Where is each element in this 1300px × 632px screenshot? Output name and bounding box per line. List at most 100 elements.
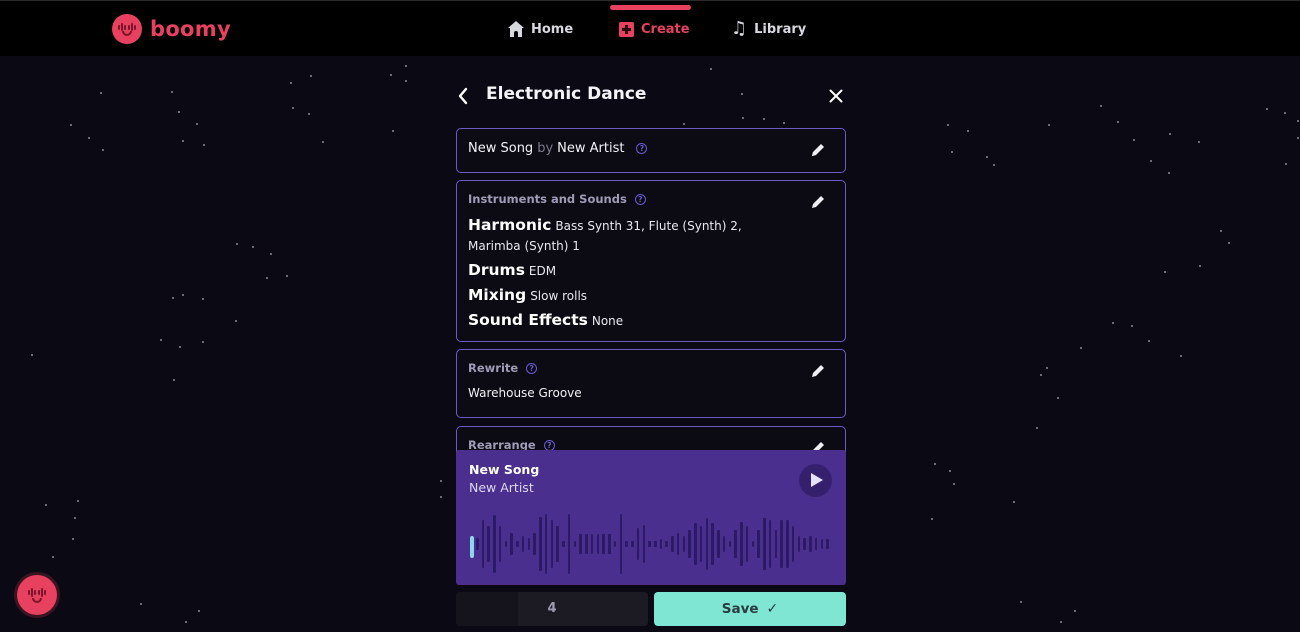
- save-label: Save: [721, 601, 759, 617]
- nav-library-label: Library: [754, 21, 807, 37]
- waveform-bar: [590, 534, 594, 554]
- player-artist: New Artist: [469, 480, 534, 495]
- star-dot: [52, 556, 54, 558]
- top-navigation-bar: boomy Home Create ♫ Library: [0, 0, 1300, 56]
- star-dot: [182, 140, 184, 142]
- help-icon[interactable]: ?: [634, 193, 646, 205]
- waveform-bar: [757, 529, 760, 559]
- rewrite-card[interactable]: Rewrite ? Warehouse Groove: [456, 349, 846, 418]
- waveform-bar: [659, 539, 663, 549]
- waveform-bar: [487, 526, 490, 562]
- song-title: New Song: [468, 141, 534, 156]
- waveform-bar: [625, 541, 628, 547]
- song-player: New Song New Artist: [456, 450, 846, 585]
- star-dot: [1112, 322, 1114, 324]
- song-title-card[interactable]: New Song by New Artist ?: [456, 128, 846, 173]
- star-dot: [310, 75, 312, 77]
- song-title-line: New Song by New Artist ?: [468, 141, 648, 156]
- main-nav: Home Create ♫ Library: [0, 1, 1300, 57]
- star-dot: [77, 500, 79, 502]
- star-dot: [440, 480, 442, 482]
- star-dot: [179, 346, 181, 348]
- star-dot: [1100, 105, 1102, 107]
- close-button[interactable]: [828, 88, 844, 104]
- star-dot: [182, 294, 184, 296]
- instruments-card[interactable]: Instruments and Sounds ? Harmonic Bass Sy…: [456, 180, 846, 342]
- star-dot: [322, 141, 324, 143]
- waveform-bar: [567, 513, 571, 575]
- waveform-bar: [654, 541, 657, 547]
- star-dot: [270, 253, 272, 255]
- waveform-bar: [636, 528, 640, 560]
- waveform-bar: [814, 537, 818, 551]
- star-dot: [1164, 271, 1166, 273]
- help-icon[interactable]: ?: [543, 439, 555, 451]
- waveform-bar: [705, 518, 709, 570]
- star-dot: [88, 137, 90, 139]
- nav-home[interactable]: Home: [508, 18, 573, 40]
- waveform-bar: [602, 534, 605, 554]
- help-icon[interactable]: ?: [526, 362, 538, 374]
- star-dot: [100, 92, 102, 94]
- save-button[interactable]: Save ✓: [654, 592, 846, 626]
- star-dot: [1150, 160, 1152, 162]
- star-dot: [1168, 172, 1170, 174]
- nav-create-label: Create: [641, 21, 690, 37]
- edit-instruments-button[interactable]: [809, 193, 827, 211]
- edit-title-button[interactable]: [809, 141, 827, 159]
- edit-rewrite-button[interactable]: [809, 362, 827, 380]
- waveform-bar: [648, 541, 651, 547]
- star-dot: [1284, 112, 1286, 114]
- waveform-bar: [682, 536, 686, 552]
- star-dot: [1080, 347, 1082, 349]
- star-dot: [1020, 601, 1022, 603]
- star-dot: [292, 107, 294, 109]
- song-artist: New Artist: [557, 141, 625, 156]
- star-dot: [235, 320, 237, 322]
- star-dot: [993, 164, 995, 166]
- star-dot: [1199, 265, 1201, 267]
- star-dot: [1036, 427, 1038, 429]
- row-value: EDM: [528, 264, 557, 278]
- star-dot: [160, 339, 162, 341]
- star-dot: [72, 538, 74, 540]
- bottom-action-bar: 4 Save ✓: [456, 592, 846, 626]
- star-dot: [392, 130, 394, 132]
- active-tab-indicator: [610, 5, 691, 10]
- help-icon[interactable]: ?: [636, 143, 648, 154]
- instrument-row-sound-effects: Sound Effects None: [468, 310, 798, 331]
- waveform-bar: [539, 516, 542, 572]
- star-dot: [405, 80, 407, 82]
- star-dot: [783, 122, 785, 124]
- nav-library[interactable]: ♫ Library: [731, 18, 806, 40]
- star-dot: [951, 151, 953, 153]
- star-dot: [1060, 621, 1062, 623]
- waveform-bar: [786, 520, 789, 568]
- instrument-list: Harmonic Bass Synth 31, Flute (Synth) 2, …: [468, 215, 798, 335]
- waveform-bar: [476, 537, 479, 551]
- row-key: Sound Effects: [468, 311, 588, 329]
- waveform-bar: [728, 541, 732, 547]
- play-button[interactable]: [799, 464, 832, 497]
- waveform-bar: [774, 529, 778, 559]
- nav-create[interactable]: Create: [619, 18, 690, 40]
- boomy-assistant-button[interactable]: [14, 572, 60, 618]
- star-dot: [31, 354, 33, 356]
- star-dot: [1046, 367, 1048, 369]
- close-icon: [829, 89, 843, 103]
- playhead[interactable]: [470, 536, 474, 558]
- back-button[interactable]: [456, 82, 476, 110]
- rewrite-label: Rewrite ?: [468, 361, 538, 375]
- plus-square-icon: [619, 21, 634, 37]
- waveform-bar: [613, 541, 617, 547]
- waveform-bar: [717, 529, 720, 559]
- waveform-scrubber[interactable]: [468, 512, 834, 576]
- star-dot: [102, 149, 104, 151]
- row-value: None: [591, 314, 624, 328]
- star-dot: [252, 246, 254, 248]
- waveform-bar: [694, 523, 697, 565]
- star-dot: [171, 91, 173, 93]
- pencil-icon: [812, 144, 824, 156]
- chevron-left-icon: [458, 87, 468, 105]
- version-count-selector[interactable]: 4: [456, 592, 648, 626]
